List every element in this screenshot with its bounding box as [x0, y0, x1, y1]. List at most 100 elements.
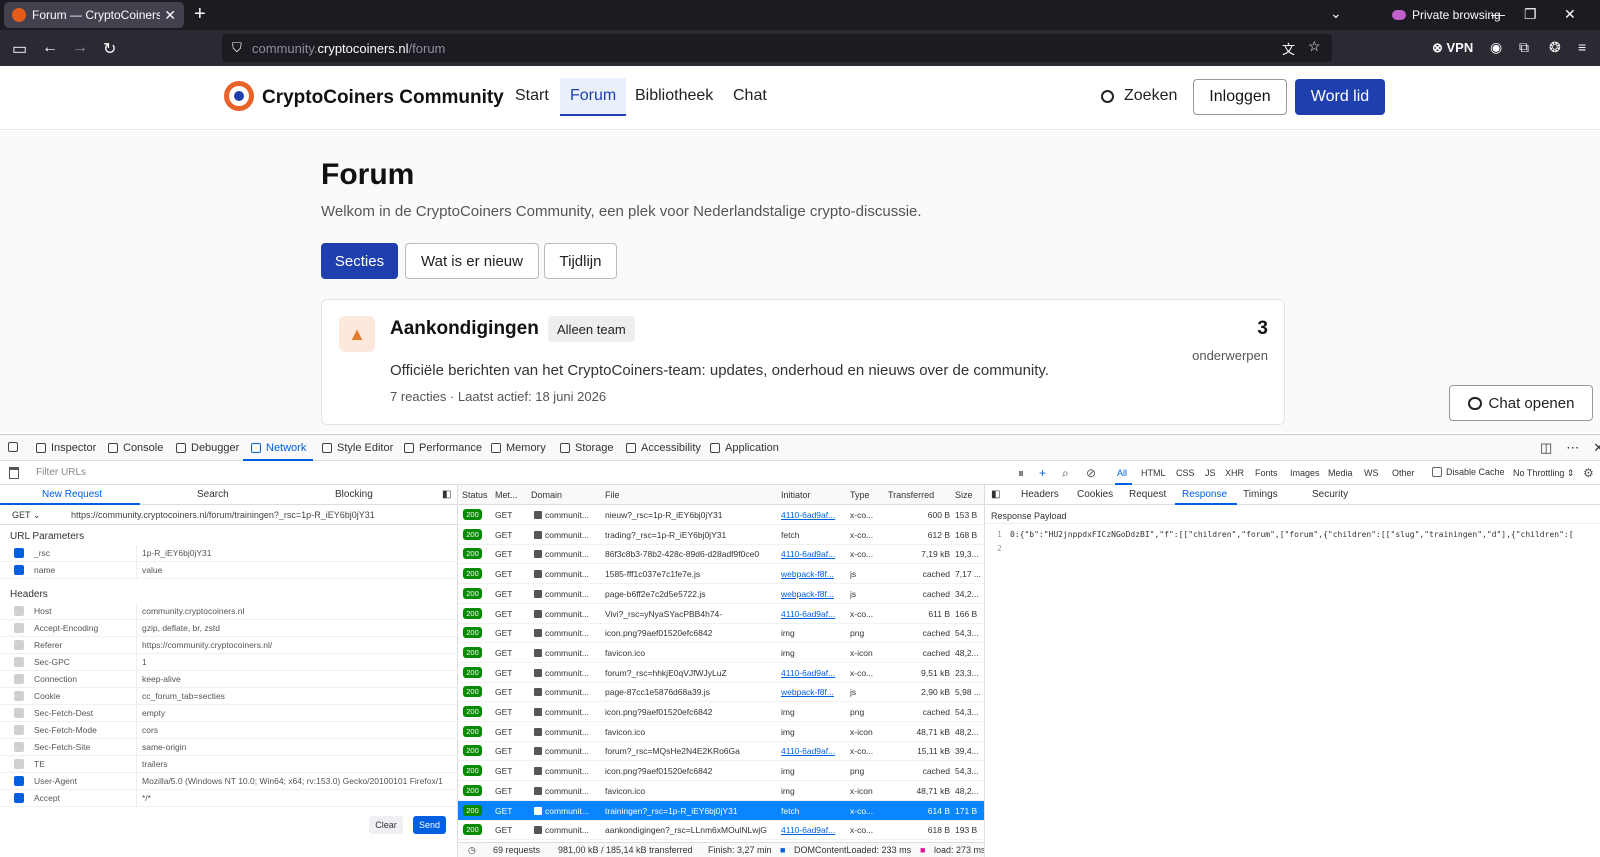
tab-memory[interactable]: Memory: [491, 442, 546, 454]
nav-chat[interactable]: Chat: [733, 87, 767, 105]
kv-value[interactable]: Mozilla/5.0 (Windows NT 10.0; Win64; x64…: [142, 776, 456, 786]
kv-value[interactable]: keep-alive: [142, 674, 456, 684]
section-title[interactable]: Aankondigingen: [390, 318, 539, 340]
tab-wat-is-er-nieuw[interactable]: Wat is er nieuw: [405, 243, 539, 279]
throttling-select[interactable]: No Throttling ⇕: [1513, 468, 1574, 479]
kv-key[interactable]: User-Agent: [34, 776, 77, 786]
kv-value[interactable]: empty: [142, 708, 456, 718]
sidebar-toggle-icon[interactable]: ◧: [442, 489, 451, 500]
kv-value[interactable]: */*: [142, 793, 456, 803]
row-initiator[interactable]: 4110-6ad9af...: [781, 825, 845, 835]
account-icon[interactable]: ◉: [1490, 39, 1502, 56]
tab-request[interactable]: Request: [1129, 489, 1166, 500]
table-row[interactable]: 200 GET communit... favicon.ico img x-icon 48,…: [458, 781, 984, 801]
forward-icon[interactable]: →: [72, 39, 88, 57]
list-all-tabs-icon[interactable]: ⌄: [1330, 5, 1342, 22]
kv-key[interactable]: Host: [34, 606, 51, 616]
kv-key[interactable]: Sec-Fetch-Site: [34, 742, 90, 752]
open-chat-button[interactable]: Chat openen: [1449, 385, 1593, 421]
kv-key[interactable]: Referer: [34, 640, 62, 650]
nav-bibliotheek[interactable]: Bibliotheek: [635, 87, 713, 105]
tab-storage[interactable]: Storage: [560, 442, 614, 454]
new-tab-button[interactable]: +: [194, 3, 206, 26]
filter-all[interactable]: All: [1117, 468, 1127, 478]
details-sidebar-icon[interactable]: ◧: [991, 489, 1000, 500]
column-domain[interactable]: Domain: [531, 490, 562, 500]
tab-headers[interactable]: Headers: [1021, 489, 1059, 500]
row-initiator[interactable]: 4110-6ad9af...: [781, 668, 845, 678]
table-row[interactable]: 200 GET communit... nieuw?_rsc=1p-R_iEY6bj0…: [458, 505, 984, 525]
table-row[interactable]: 200 GET communit... trading?_rsc=1p-R_iEY6b…: [458, 525, 984, 545]
more-options-icon[interactable]: ⋯: [1566, 440, 1579, 456]
tab-application[interactable]: Application: [710, 442, 779, 454]
kv-key[interactable]: TE: [34, 759, 45, 769]
kv-value[interactable]: gzip, deflate, br, zstd: [142, 623, 456, 633]
address-bar[interactable]: ⛉ community. cryptocoiners.nl/forum 文 ☆: [222, 34, 1332, 62]
row-initiator[interactable]: 4110-6ad9af...: [781, 510, 845, 520]
table-row[interactable]: 200 GET communit... favicon.ico img x-icon 48,…: [458, 722, 984, 742]
tab-search[interactable]: Search: [197, 489, 229, 500]
close-devtools-icon[interactable]: ✕: [1593, 440, 1600, 456]
kv-key[interactable]: name: [34, 565, 55, 575]
sidebar-toggle-icon[interactable]: ▭: [12, 39, 27, 59]
minimize-icon[interactable]: —: [1491, 6, 1505, 22]
restore-icon[interactable]: ❐: [1524, 6, 1537, 23]
enable-checkbox[interactable]: [14, 606, 24, 616]
tab-inspector[interactable]: Inspector: [36, 442, 96, 454]
kv-key[interactable]: _rsc: [34, 548, 50, 558]
method-select[interactable]: GET ⌄: [12, 510, 40, 521]
vpn-button[interactable]: ⊗ VPN: [1432, 40, 1473, 56]
tab-tijdlijn[interactable]: Tijdlijn: [544, 243, 617, 279]
search-icon[interactable]: [1101, 90, 1114, 103]
response-code-view[interactable]: 1 2 0:{"b":"HU2jnppdxFICzNGoDdzBI","f":[…: [985, 523, 1600, 857]
enable-checkbox[interactable]: [14, 691, 24, 701]
kv-value[interactable]: community.cryptocoiners.nl: [142, 606, 456, 616]
kv-value[interactable]: value: [142, 565, 456, 575]
column-method[interactable]: Met...: [495, 490, 518, 500]
kv-key[interactable]: Sec-Fetch-Dest: [34, 708, 93, 718]
disable-cache-checkbox[interactable]: Disable Cache: [1432, 467, 1505, 477]
filter-media[interactable]: Media: [1328, 468, 1353, 478]
column-transferred[interactable]: Transferred: [888, 490, 934, 500]
enable-checkbox[interactable]: [14, 708, 24, 718]
table-row[interactable]: 200 GET communit... page-b6ff2e7c2d5e5722.j…: [458, 584, 984, 604]
join-button[interactable]: Word lid: [1295, 79, 1385, 115]
column-type[interactable]: Type: [850, 490, 870, 500]
table-row[interactable]: 200 GET communit... forum?_rsc=MQsHe2N4E2KR…: [458, 741, 984, 762]
table-row[interactable]: 200 GET communit... 86f3c8b3-78b2-428c-89d6…: [458, 544, 984, 565]
menu-icon[interactable]: ≡: [1578, 39, 1586, 55]
enable-checkbox[interactable]: [14, 565, 24, 575]
table-row[interactable]: 200 GET communit... Vivi?_rsc=yNyaSYacPBB4h…: [458, 604, 984, 624]
enable-checkbox[interactable]: [14, 640, 24, 650]
translate-icon[interactable]: 文: [1282, 39, 1295, 58]
brand-logo-icon[interactable]: [224, 81, 254, 111]
block-icon[interactable]: ⊘: [1086, 466, 1096, 480]
network-settings-icon[interactable]: ⚙: [1583, 466, 1594, 480]
kv-key[interactable]: Cookie: [34, 691, 60, 701]
table-row[interactable]: 200 GET communit... 1585-fff1c037e7c1fe7e.j…: [458, 564, 984, 585]
filter-ws[interactable]: WS: [1364, 468, 1379, 478]
enable-checkbox[interactable]: [14, 674, 24, 684]
filter-images[interactable]: Images: [1290, 468, 1320, 478]
filter-other[interactable]: Other: [1392, 468, 1415, 478]
site-security-icon[interactable]: ⛉: [232, 40, 242, 56]
kv-value[interactable]: https://community.cryptocoiners.nl/: [142, 640, 456, 650]
request-url-input[interactable]: https://community.cryptocoiners.nl/forum…: [71, 510, 456, 520]
filter-css[interactable]: CSS: [1176, 468, 1195, 478]
pause-icon[interactable]: ⏸: [1018, 466, 1024, 481]
column-size[interactable]: Size: [955, 490, 973, 500]
tab-style-editor[interactable]: Style Editor: [322, 442, 393, 454]
login-button[interactable]: Inloggen: [1193, 79, 1287, 115]
table-row[interactable]: 200 GET communit... icon.png?9aef01520efc68…: [458, 761, 984, 782]
enable-checkbox[interactable]: [14, 776, 24, 786]
kv-value[interactable]: 1p-R_iEY6bj0jY31: [142, 548, 456, 558]
tab-secties[interactable]: Secties: [321, 243, 398, 279]
clear-button[interactable]: Clear: [369, 816, 403, 834]
row-initiator[interactable]: webpack-f8f...: [781, 589, 845, 599]
table-row[interactable]: 200 GET communit... aankondigingen?_rsc=LLn…: [458, 820, 984, 841]
extensions-icon[interactable]: ⧉: [1519, 39, 1529, 56]
kv-key[interactable]: Sec-GPC: [34, 657, 70, 667]
row-initiator[interactable]: webpack-f8f...: [781, 569, 845, 579]
tab-response[interactable]: Response: [1182, 489, 1227, 500]
forum-section-card[interactable]: ▲ Aankondigingen Alleen team Officiële b…: [321, 299, 1285, 425]
